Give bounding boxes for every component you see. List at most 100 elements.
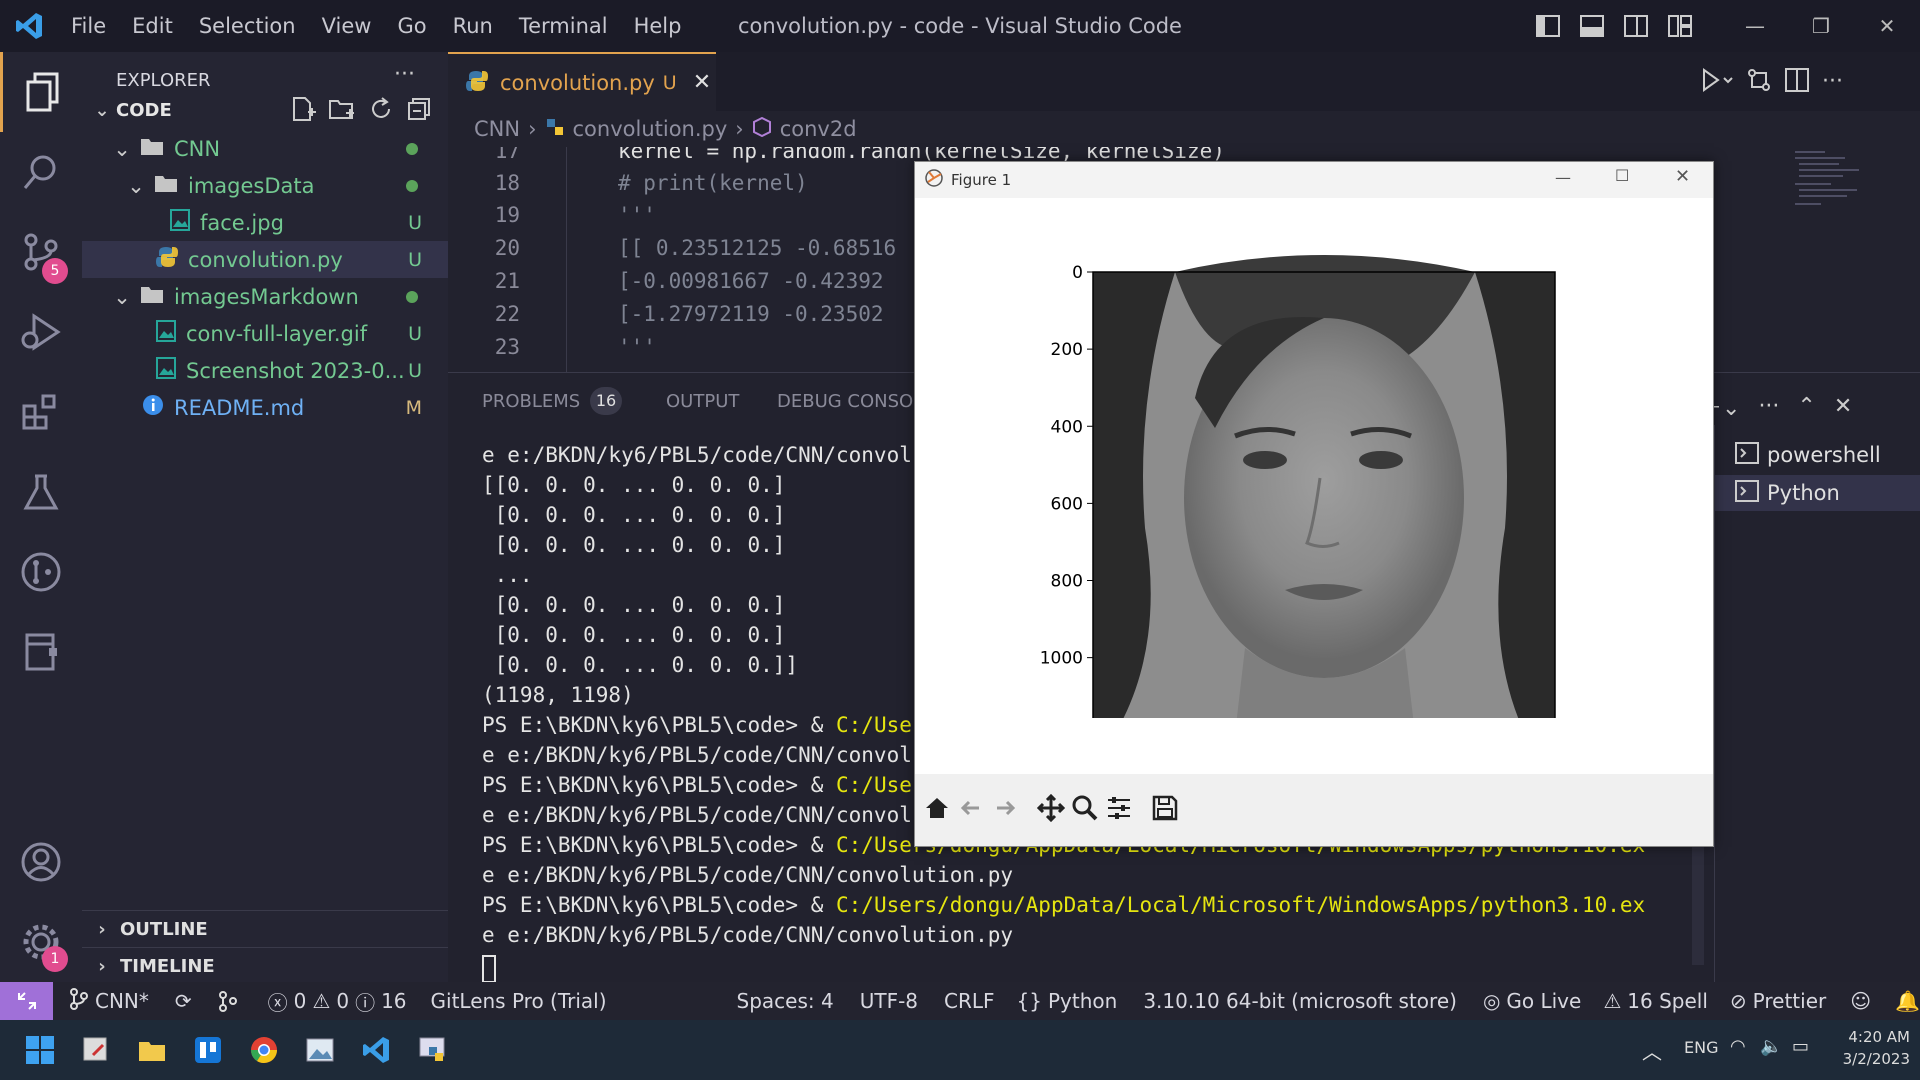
tab-debug-console[interactable]: DEBUG CONSOLE	[777, 391, 935, 412]
close-tab-icon[interactable]: ✕	[693, 70, 711, 95]
tree-file-conv-full-layer-gif[interactable]: conv-full-layer.gif U	[82, 315, 448, 352]
gitlens-graph-icon[interactable]	[218, 990, 238, 1012]
photos-icon[interactable]	[292, 1020, 348, 1080]
tree-folder-imagesdata[interactable]: ⌄ imagesData	[82, 167, 448, 204]
tab-problems[interactable]: PROBLEMS	[482, 391, 580, 412]
tab-output[interactable]: OUTPUT	[666, 391, 739, 412]
configure-subplots-icon[interactable]	[1105, 794, 1133, 826]
tray-chevron-up-icon[interactable]: ︿	[1642, 1036, 1662, 1065]
split-editor-icon[interactable]	[1784, 67, 1810, 97]
refresh-icon[interactable]	[368, 96, 394, 122]
toggle-secondary-sidebar-icon[interactable]	[1614, 0, 1658, 52]
python-interpreter[interactable]: 3.10.10 64-bit (microsoft store)	[1143, 989, 1457, 1013]
remote-indicator-icon[interactable]	[0, 982, 53, 1020]
python-taskbar-icon[interactable]	[404, 1020, 460, 1080]
tree-file-convolution-py[interactable]: convolution.py U	[82, 241, 448, 278]
testing-flask-icon[interactable]	[0, 452, 82, 532]
sync-icon[interactable]: ⟳	[175, 989, 192, 1013]
back-arrow-icon[interactable]	[957, 794, 985, 826]
settings-gear-icon[interactable]: 1	[0, 902, 82, 982]
search-icon[interactable]	[0, 132, 82, 212]
menu-help[interactable]: Help	[621, 0, 695, 52]
more-actions-icon[interactable]: ···	[1822, 69, 1843, 94]
tree-folder-imagesmarkdown[interactable]: ⌄ imagesMarkdown	[82, 278, 448, 315]
menu-run[interactable]: Run	[440, 0, 506, 52]
gitlens-status[interactable]: GitLens Pro (Trial)	[431, 989, 607, 1013]
menu-terminal[interactable]: Terminal	[506, 0, 621, 52]
home-icon[interactable]	[923, 794, 951, 826]
spell-check-status[interactable]: ⚠ 16 Spell	[1603, 989, 1708, 1013]
windows-start-icon[interactable]	[12, 1020, 68, 1080]
prettier-status[interactable]: ⊘ Prettier	[1730, 989, 1826, 1013]
source-control-icon[interactable]: 5	[0, 212, 82, 292]
wifi-icon[interactable]: ◠	[1730, 1036, 1746, 1057]
terminal-item-python[interactable]: Python	[1715, 475, 1920, 511]
notifications-bell-icon[interactable]: 🔔	[1895, 989, 1920, 1013]
vscode-taskbar-icon[interactable]	[348, 1020, 404, 1080]
toggle-panel-icon[interactable]	[1570, 0, 1614, 52]
menu-go[interactable]: Go	[384, 0, 439, 52]
run-python-icon[interactable]	[1700, 67, 1734, 97]
notebook-icon[interactable]	[0, 612, 82, 692]
figure-close-button[interactable]: ✕	[1675, 166, 1690, 187]
more-actions-icon[interactable]: ···	[394, 62, 415, 87]
terminal-item-powershell[interactable]: powershell	[1715, 437, 1920, 473]
new-file-icon[interactable]	[290, 96, 316, 122]
forward-arrow-icon[interactable]	[991, 794, 1019, 826]
language-mode[interactable]: {} Python	[1017, 989, 1118, 1013]
snipping-tool-icon[interactable]	[68, 1020, 124, 1080]
tree-folder-cnn[interactable]: ⌄ CNN	[82, 130, 448, 167]
minimize-button[interactable]: —	[1722, 0, 1788, 52]
trello-icon[interactable]	[180, 1020, 236, 1080]
toggle-primary-sidebar-icon[interactable]	[1526, 0, 1570, 52]
collapse-all-icon[interactable]	[406, 96, 432, 122]
maximize-panel-icon[interactable]: ⌃	[1797, 394, 1815, 419]
breadcrumb-file[interactable]: convolution.py	[573, 117, 728, 141]
accounts-feedback-icon[interactable]: ☺	[1850, 989, 1871, 1013]
outline-section[interactable]: › OUTLINE	[82, 910, 448, 947]
file-explorer-icon[interactable]	[124, 1020, 180, 1080]
menu-file[interactable]: File	[58, 0, 119, 52]
tree-file-readme[interactable]: README.md M	[82, 389, 448, 426]
customize-layout-icon[interactable]	[1658, 0, 1702, 52]
eol-status[interactable]: CRLF	[944, 989, 995, 1013]
volume-icon[interactable]: 🔈	[1760, 1036, 1782, 1057]
chrome-icon[interactable]	[236, 1020, 292, 1080]
indentation-status[interactable]: Spaces: 4	[737, 989, 834, 1013]
open-changes-icon[interactable]	[1746, 67, 1772, 97]
gitlens-icon[interactable]	[0, 532, 82, 612]
branch-indicator[interactable]: CNN*	[69, 987, 149, 1015]
new-folder-icon[interactable]	[328, 96, 356, 122]
figure-plot[interactable]: 0 200 400 600 800 1000 0 200 400 600 800 1000	[915, 198, 1713, 718]
save-figure-icon[interactable]	[1151, 794, 1179, 826]
problems-indicator[interactable]: ⓧ 0 ⚠ 0 ⓘ 16	[268, 987, 407, 1016]
figure-minimize-button[interactable]: —	[1555, 168, 1571, 187]
menu-selection[interactable]: Selection	[186, 0, 309, 52]
pan-move-icon[interactable]	[1036, 793, 1066, 826]
tree-file-screenshot[interactable]: Screenshot 2023-0... U	[82, 352, 448, 389]
tree-file-face-jpg[interactable]: face.jpg U	[82, 204, 448, 241]
editor-tab-convolution-py[interactable]: convolution.py U ✕	[448, 52, 716, 111]
menu-edit[interactable]: Edit	[119, 0, 186, 52]
extensions-icon[interactable]	[0, 372, 82, 452]
menu-view[interactable]: View	[309, 0, 385, 52]
battery-icon[interactable]: ▭	[1792, 1036, 1809, 1057]
minimap[interactable]	[1793, 147, 1873, 227]
breadcrumb-folder[interactable]: CNN	[474, 117, 520, 141]
close-panel-icon[interactable]: ✕	[1834, 394, 1852, 419]
explorer-icon[interactable]	[0, 52, 82, 132]
face-image	[1093, 255, 1555, 718]
clock[interactable]: 4:20 AM 3/2/2023	[1830, 1028, 1910, 1068]
account-icon[interactable]	[0, 822, 82, 902]
figure-maximize-button[interactable]: ☐	[1615, 166, 1629, 185]
run-debug-icon[interactable]	[0, 292, 82, 372]
go-live-button[interactable]: ◎ Go Live	[1483, 989, 1581, 1013]
language-indicator[interactable]: ENG	[1684, 1038, 1718, 1057]
encoding-status[interactable]: UTF-8	[860, 989, 918, 1013]
breadcrumb-symbol[interactable]: conv2d	[780, 117, 857, 141]
more-actions-icon[interactable]: ···	[1758, 394, 1779, 419]
close-window-button[interactable]: ✕	[1854, 0, 1920, 52]
restore-button[interactable]: ❐	[1788, 0, 1854, 52]
timeline-section[interactable]: › TIMELINE	[82, 947, 448, 984]
zoom-magnifier-icon[interactable]	[1071, 794, 1099, 826]
